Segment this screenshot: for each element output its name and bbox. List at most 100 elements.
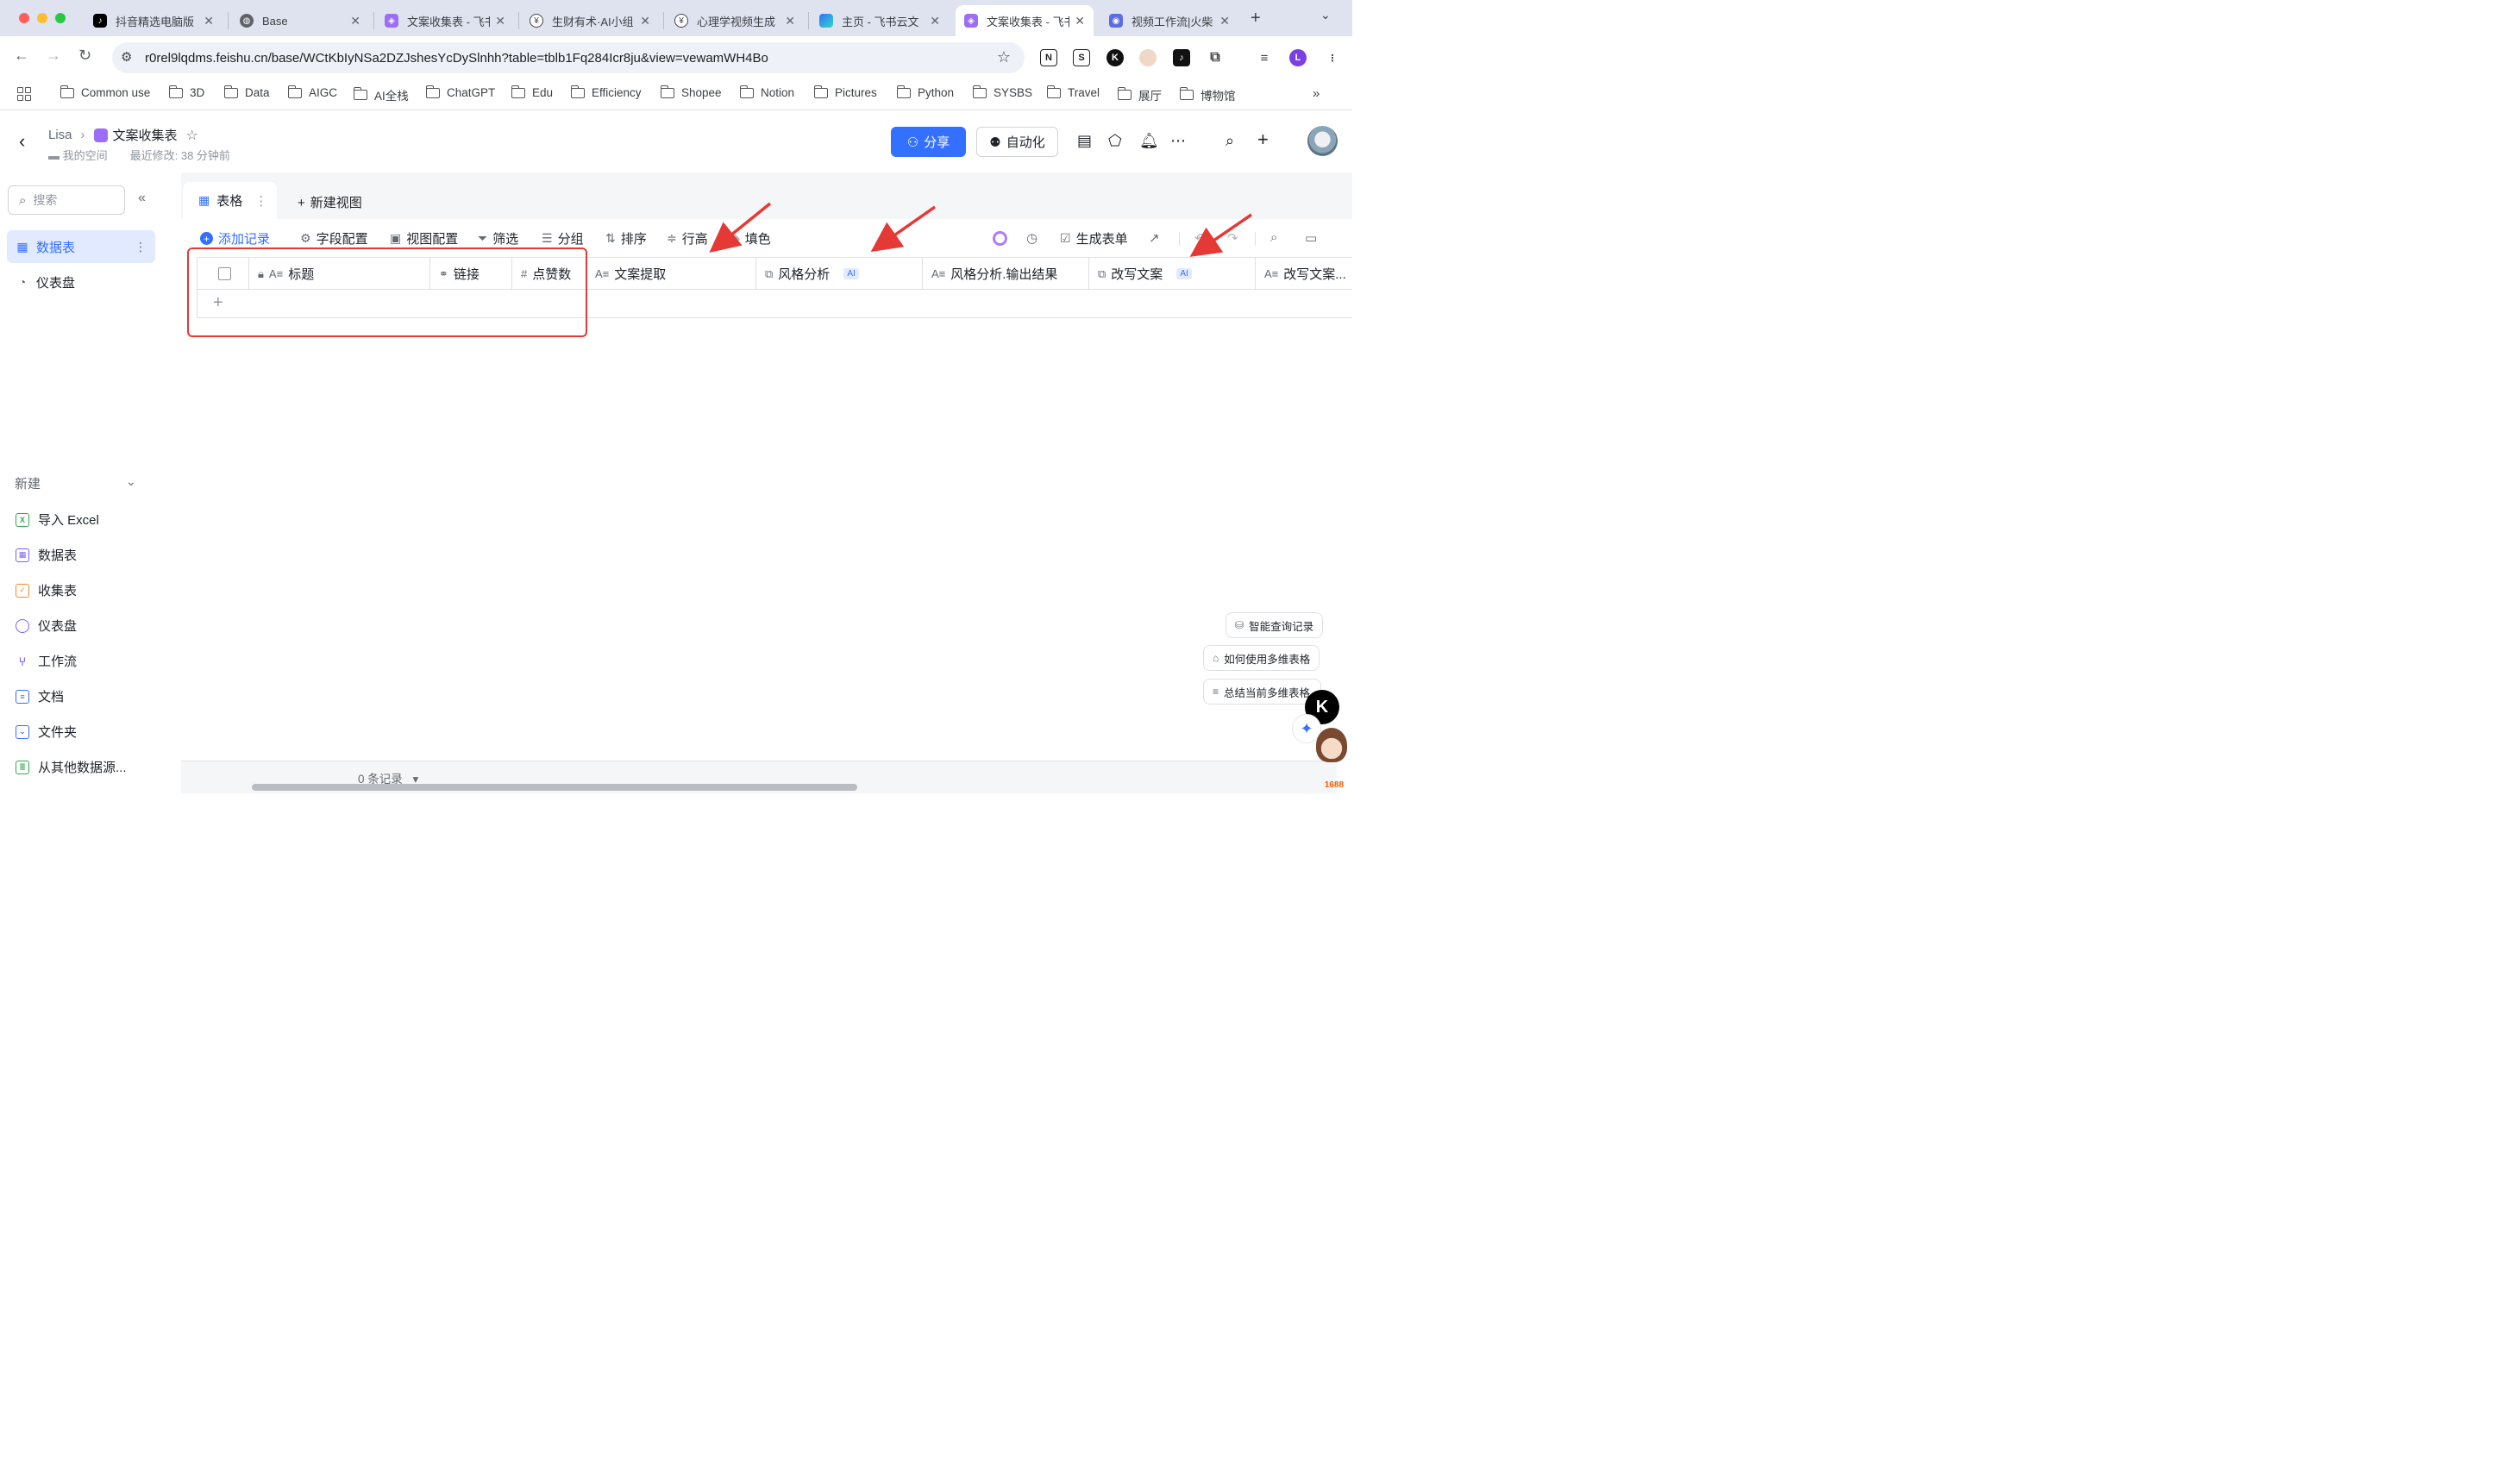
assistant-avatar[interactable] xyxy=(1316,728,1347,762)
column-header[interactable]: A≡ 风格分析.输出结果 xyxy=(923,258,1089,290)
chevron-down-icon[interactable]: ⌄ xyxy=(126,474,136,489)
back-chevron-icon[interactable]: ‹ xyxy=(19,130,25,153)
bookmark-folder[interactable]: Notion xyxy=(739,85,794,99)
bookmark-folder[interactable]: Pictures xyxy=(813,85,877,99)
sidebar-item-datatable[interactable]: ▦ 数据表 ⋮ xyxy=(7,230,155,263)
more-dots-icon[interactable]: ⋮ xyxy=(254,193,267,209)
field-config-button[interactable]: ⚙ 字段配置 xyxy=(300,229,368,247)
share-button[interactable]: ⚇ 分享 xyxy=(891,127,966,157)
notion-extension-icon[interactable]: N xyxy=(1040,49,1057,66)
history-icon[interactable]: ◷ xyxy=(1026,230,1037,246)
how-to-use-button[interactable]: ⌂ 如何使用多维表格 xyxy=(1203,645,1320,671)
tab-grid-view[interactable]: ▦ 表格 ⋮ xyxy=(183,182,277,219)
site-settings-icon[interactable]: ⚙ xyxy=(121,49,132,65)
column-header[interactable]: 🔒︎ A≡ 标题 xyxy=(249,258,430,290)
address-bar[interactable]: ⚙ r0rel9lqdms.feishu.cn/base/WCtKbIyNSa2… xyxy=(112,42,1025,73)
bookmark-folder[interactable]: Data xyxy=(223,85,270,99)
minimize-window-button[interactable] xyxy=(37,13,47,23)
close-tab-icon[interactable]: ✕ xyxy=(350,14,360,28)
redo-icon[interactable]: ↷ xyxy=(1227,230,1238,246)
bookmark-folder[interactable]: ChatGPT xyxy=(425,85,495,99)
bookmark-folder[interactable]: AI全栈 xyxy=(353,86,409,103)
add-row-button[interactable]: + xyxy=(197,290,1352,318)
create-from-other-source[interactable]: ≣ 从其他数据源... xyxy=(16,758,127,776)
page-title[interactable]: 文案收集表 xyxy=(113,126,178,144)
bookmark-folder[interactable]: Common use xyxy=(60,85,150,99)
fill-color-button[interactable]: ◈ 填色 xyxy=(730,229,771,247)
close-tab-icon[interactable]: ✕ xyxy=(204,14,214,28)
collapse-sidebar-icon[interactable]: « xyxy=(138,191,146,206)
generate-form-button[interactable]: ☑ 生成表单 xyxy=(1060,229,1128,247)
close-tab-icon[interactable]: ✕ xyxy=(785,14,795,28)
bookmark-folder[interactable]: Shopee xyxy=(660,85,722,99)
close-tab-icon[interactable]: ✕ xyxy=(1075,14,1085,28)
group-button[interactable]: ☰ 分组 xyxy=(542,229,584,247)
zoom-window-button[interactable] xyxy=(55,13,66,23)
add-record-button[interactable]: + 添加记录 xyxy=(200,229,270,247)
search-input[interactable]: ⌕ 搜索 xyxy=(8,185,125,215)
bookmark-folder[interactable]: SYSBS xyxy=(972,85,1032,99)
column-header[interactable]: A≡ 改写文案... xyxy=(1256,258,1353,290)
summarize-button[interactable]: ≡ 总结当前多维表格 xyxy=(1203,679,1321,705)
horizontal-scrollbar[interactable] xyxy=(252,784,857,791)
bookmark-folder[interactable]: Edu xyxy=(511,85,553,99)
create-datatable[interactable]: ▦ 数据表 xyxy=(16,546,77,564)
back-arrow-icon[interactable]: ← xyxy=(14,47,29,65)
bookmark-folder[interactable]: 展厅 xyxy=(1117,86,1162,103)
browser-tab-active[interactable]: ◈ 文案收集表 - 飞书 ✕ xyxy=(956,5,1094,36)
media-controls-icon[interactable]: ≡ xyxy=(1256,49,1273,66)
comment-icon[interactable]: ▭ xyxy=(1305,230,1317,246)
reload-icon[interactable]: ↻ xyxy=(78,47,91,65)
search-icon[interactable]: ⌕ xyxy=(1226,132,1234,150)
more-bookmarks-icon[interactable]: » xyxy=(1313,86,1320,101)
profile-avatar[interactable]: L xyxy=(1289,49,1307,66)
bookmark-folder[interactable]: AIGC xyxy=(287,85,337,99)
create-workflow[interactable]: ⑂ 工作流 xyxy=(16,652,77,670)
browser-tab[interactable]: 主页 - 飞书云文 ✕ xyxy=(811,5,949,36)
browser-tab[interactable]: ¥ 心理学视频生成 ✕ xyxy=(666,5,804,36)
row-height-button[interactable]: ≑ 行高 xyxy=(667,229,708,247)
close-window-button[interactable] xyxy=(19,13,29,23)
k-extension-icon[interactable]: K xyxy=(1106,49,1124,66)
new-view-button[interactable]: + 新建视图 xyxy=(298,193,362,211)
create-form[interactable]: ✓ 收集表 xyxy=(16,581,77,599)
more-menu-icon[interactable]: ⋮ xyxy=(1324,49,1341,66)
browser-tab[interactable]: ◍ Base ✕ xyxy=(231,5,369,36)
more-dots-icon[interactable]: ⋮ xyxy=(135,240,147,254)
bookmark-folder[interactable]: Python xyxy=(896,85,954,99)
search-records-icon[interactable]: ⌕ xyxy=(1270,230,1277,245)
create-document[interactable]: ≡ 文档 xyxy=(16,687,64,705)
bookmark-folder[interactable]: 3D xyxy=(168,85,204,99)
filter-button[interactable]: ⏷ 筛选 xyxy=(478,229,518,247)
avatar-extension-icon[interactable] xyxy=(1139,49,1157,66)
select-all-checkbox[interactable] xyxy=(197,258,249,290)
create-import-excel[interactable]: X 导入 Excel xyxy=(16,510,99,529)
browser-tab[interactable]: ♪ 抖音精选电脑版 ✕ xyxy=(85,5,223,36)
browser-tab[interactable]: ◈ 文案收集表 - 飞书 ✕ xyxy=(376,5,514,36)
favorite-star-icon[interactable]: ☆ xyxy=(186,127,198,144)
close-tab-icon[interactable]: ✕ xyxy=(930,14,940,28)
browser-tab[interactable]: ◉ 视频工作流|火柴 ✕ xyxy=(1100,5,1238,36)
tiktok-extension-icon[interactable]: ♪ xyxy=(1173,49,1190,66)
column-header[interactable]: ⧉ 改写文案 AI xyxy=(1089,258,1256,290)
column-header[interactable]: ⚭ 链接 xyxy=(430,258,512,290)
column-header[interactable]: # 点赞数 xyxy=(512,258,586,290)
breadcrumb-owner[interactable]: Lisa xyxy=(48,128,72,142)
create-dashboard[interactable]: 仪表盘 xyxy=(16,617,77,635)
apps-grid-icon[interactable] xyxy=(17,87,31,101)
undo-icon[interactable]: ↶ xyxy=(1194,230,1206,246)
more-icon[interactable]: ⋯ xyxy=(1170,132,1186,150)
automation-button[interactable]: ⚉ 自动化 xyxy=(976,127,1058,157)
forward-arrow-icon[interactable]: → xyxy=(46,47,61,65)
sidebar-item-dashboard[interactable]: ◔ 仪表盘 xyxy=(7,266,155,298)
sort-button[interactable]: ⇅ 排序 xyxy=(605,229,647,247)
user-avatar[interactable] xyxy=(1307,126,1338,156)
bookmark-folder[interactable]: 博物馆 xyxy=(1179,86,1236,103)
doc-info-icon[interactable]: ▤ xyxy=(1077,132,1092,150)
create-folder[interactable]: ⌄ 文件夹 xyxy=(16,723,77,741)
bookmark-folder[interactable]: Travel xyxy=(1046,85,1100,99)
bookmark-star-icon[interactable]: ☆ xyxy=(997,48,1011,66)
1688-icon[interactable]: 1688 xyxy=(1320,762,1349,790)
share-view-icon[interactable]: ↗ xyxy=(1149,230,1160,246)
new-tab-button[interactable]: + xyxy=(1251,9,1261,28)
